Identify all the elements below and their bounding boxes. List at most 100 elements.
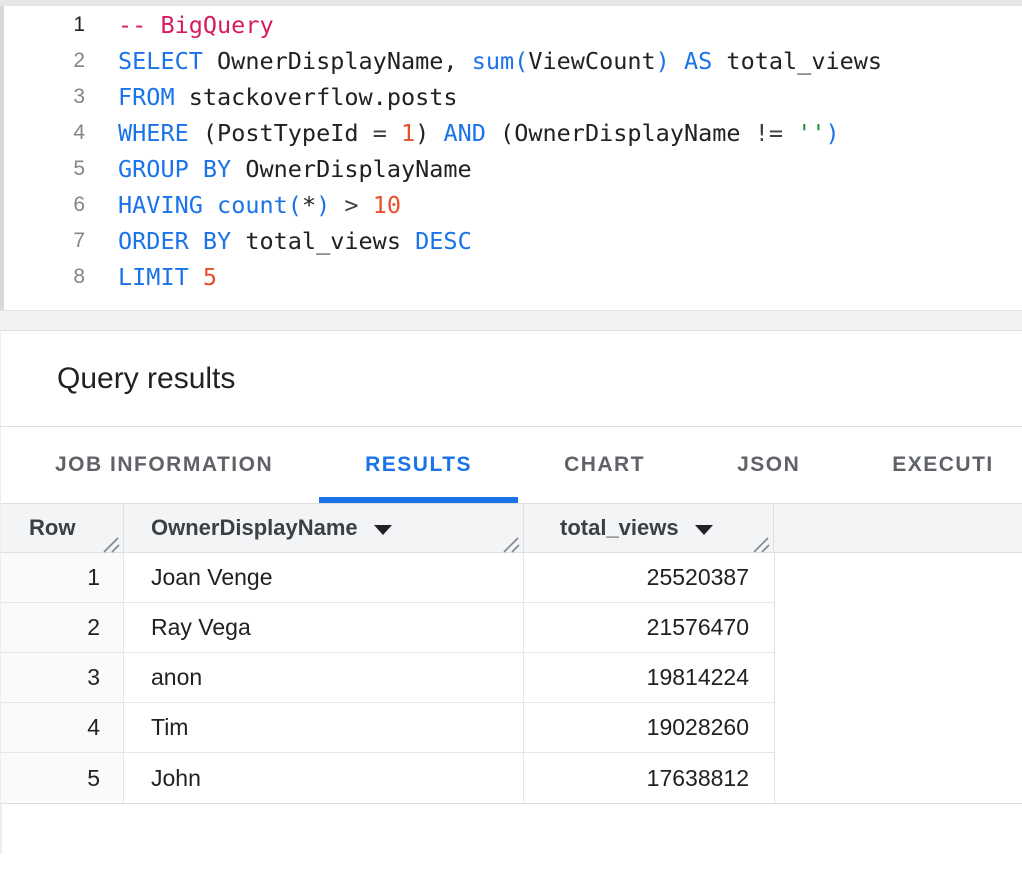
code-token: WHERE — [118, 119, 189, 147]
code-text: FROM stackoverflow.posts — [118, 79, 458, 115]
tab-results[interactable]: RESULTS — [319, 427, 518, 503]
code-text: ORDER BY total_views DESC — [118, 223, 472, 259]
code-token: ) — [656, 47, 670, 75]
table-row: 3anon19814224 — [1, 653, 774, 703]
line-number: 4 — [4, 115, 85, 151]
code-text: GROUP BY OwnerDisplayName — [118, 151, 472, 187]
cell-total-views: 25520387 — [524, 553, 774, 602]
code-token — [359, 191, 373, 219]
query-results-header: Query results — [1, 331, 1022, 427]
line-number: 2 — [4, 43, 85, 79]
column-menu-icon[interactable] — [374, 525, 392, 535]
code-token: ViewCount — [528, 47, 655, 75]
column-resize-handle[interactable] — [503, 533, 520, 549]
column-header-label: OwnerDisplayName — [151, 515, 358, 541]
code-token: sum — [472, 47, 514, 75]
code-text: SELECT OwnerDisplayName, sum(ViewCount) … — [118, 43, 882, 79]
cell-total-views: 21576470 — [524, 603, 774, 652]
code-token: 10 — [373, 191, 401, 219]
code-token — [189, 263, 203, 291]
tab-job-information[interactable]: JOB INFORMATION — [9, 427, 319, 503]
query-results-panel: Query results JOB INFORMATION RESULTS CHAR… — [0, 331, 1022, 854]
code-token: count — [217, 191, 288, 219]
code-token — [783, 119, 797, 147]
tab-executi[interactable]: EXECUTI — [846, 427, 1022, 503]
column-header-total-views[interactable]: total_views — [524, 504, 774, 552]
code-token: OwnerDisplayName — [231, 155, 472, 183]
code-token: total_views — [231, 227, 415, 255]
code-token: stackoverflow.posts — [175, 83, 458, 111]
code-token: DESC — [415, 227, 472, 255]
column-header-blank — [774, 504, 1022, 552]
code-line: 1 -- BigQuery — [4, 7, 1022, 43]
sql-editor[interactable]: 1 -- BigQuery 2 SELECT OwnerDisplayName, su… — [0, 6, 1022, 310]
code-token: ORDER BY — [118, 227, 231, 255]
tab-label: EXECUTI — [892, 453, 994, 477]
code-token: LIMIT — [118, 263, 189, 291]
code-token: SELECT — [118, 47, 203, 75]
code-token — [330, 191, 344, 219]
sql-editor-lines: 1 -- BigQuery 2 SELECT OwnerDisplayName, su… — [4, 7, 1022, 295]
cell-row-number: 1 — [1, 553, 124, 602]
code-token: * — [302, 191, 316, 219]
results-table-body: 1Joan Venge255203872Ray Vega215764703ano… — [1, 553, 775, 803]
tab-label: JSON — [737, 453, 800, 477]
code-token: > — [344, 191, 358, 219]
column-header-label: Row — [29, 515, 75, 541]
code-token: ( — [288, 191, 302, 219]
column-resize-handle[interactable] — [103, 533, 120, 549]
cell-ownerdisplayname: Joan Venge — [124, 553, 524, 602]
line-number: 3 — [4, 79, 85, 115]
cell-total-views: 19814224 — [524, 653, 774, 702]
line-number: 7 — [4, 223, 85, 259]
tab-label: CHART — [564, 453, 645, 477]
code-token: (OwnerDisplayName — [486, 119, 755, 147]
code-line: 2 SELECT OwnerDisplayName, sum(ViewCount)… — [4, 43, 1022, 79]
code-token: AND — [443, 119, 485, 147]
column-header-row[interactable]: Row — [1, 504, 124, 552]
column-menu-icon[interactable] — [695, 525, 713, 535]
tab-label: RESULTS — [365, 453, 472, 477]
column-header-ownerdisplayname[interactable]: OwnerDisplayName — [124, 504, 524, 552]
results-table-empty-area — [775, 553, 1022, 803]
line-number: 8 — [4, 259, 85, 295]
code-token: GROUP BY — [118, 155, 231, 183]
cell-row-number: 4 — [1, 703, 124, 752]
cell-total-views: 19028260 — [524, 703, 774, 752]
code-token: != — [755, 119, 783, 147]
results-footer-area — [1, 804, 1022, 854]
code-token: FROM — [118, 83, 175, 111]
code-line: 4 WHERE (PostTypeId = 1) AND (OwnerDispla… — [4, 115, 1022, 151]
results-tabs: JOB INFORMATION RESULTS CHART JSON EXECUTI — [1, 427, 1022, 503]
line-number: 6 — [4, 187, 85, 223]
code-token — [670, 47, 684, 75]
code-line: 8LIMIT 5 — [4, 259, 1022, 295]
tab-json[interactable]: JSON — [691, 427, 846, 503]
code-token: ( — [514, 47, 528, 75]
code-line: 5GROUP BY OwnerDisplayName — [4, 151, 1022, 187]
cell-row-number: 2 — [1, 603, 124, 652]
code-line: 6 HAVING count(*) > 10 — [4, 187, 1022, 223]
code-token: '' — [797, 119, 825, 147]
code-token: ) — [316, 191, 330, 219]
code-token: AS — [684, 47, 712, 75]
tab-chart[interactable]: CHART — [518, 427, 691, 503]
results-table: Row OwnerDisplayName total_views 1Joan Ven… — [1, 503, 1022, 804]
cell-total-views: 17638812 — [524, 753, 774, 803]
code-token: OwnerDisplayName, — [203, 47, 472, 75]
code-text: WHERE (PostTypeId = 1) AND (OwnerDisplay… — [118, 115, 840, 151]
column-resize-handle[interactable] — [753, 533, 770, 549]
code-token: total_views — [712, 47, 882, 75]
table-row: 4Tim19028260 — [1, 703, 774, 753]
code-token — [387, 119, 401, 147]
cell-row-number: 3 — [1, 653, 124, 702]
code-token: (PostTypeId — [189, 119, 373, 147]
table-row: 2Ray Vega21576470 — [1, 603, 774, 653]
code-token: HAVING — [118, 191, 203, 219]
code-token: -- BigQuery — [118, 11, 274, 39]
code-line: 7 ORDER BY total_views DESC — [4, 223, 1022, 259]
query-results-title: Query results — [57, 362, 235, 396]
line-number: 1 — [4, 7, 85, 43]
cell-ownerdisplayname: John — [124, 753, 524, 803]
cell-ownerdisplayname: anon — [124, 653, 524, 702]
